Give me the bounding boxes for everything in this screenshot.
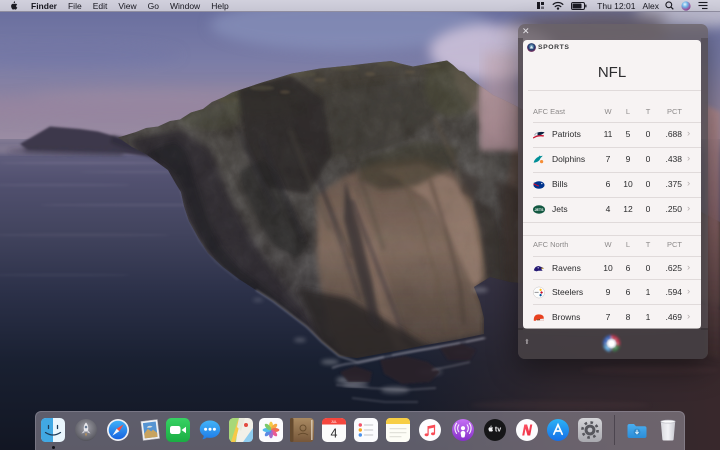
svg-text:4: 4 [331,427,338,441]
svg-text:JETS: JETS [535,208,545,212]
svg-text:tv: tv [495,427,501,434]
svg-text:JUL: JUL [331,420,337,424]
